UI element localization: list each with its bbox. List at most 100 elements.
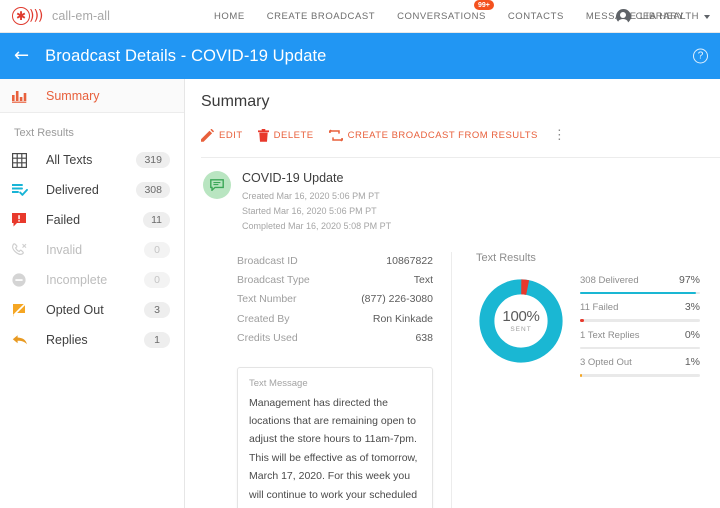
- nav-item-create-broadcast-label: CREATE BROADCAST: [266, 11, 376, 22]
- detail-value: Text: [413, 273, 433, 286]
- stat-percent: 0%: [684, 328, 700, 341]
- nav-item-conversations[interactable]: CONVERSATIONS 99+: [397, 0, 494, 22]
- broadcast-header: COVID-19 Update Created Mar 16, 2020 5:0…: [201, 158, 720, 234]
- sidebar-item-replies-label: Replies: [46, 333, 88, 347]
- sidebar-item-failed-label: Failed: [46, 213, 81, 227]
- detail-row-text-number: Text Number (877) 226-3080: [237, 290, 433, 309]
- progress-fill: [580, 374, 582, 377]
- broadcast-completed: Completed Mar 16, 2020 5:08 PM PT: [242, 220, 392, 231]
- detail-key: Broadcast Type: [237, 273, 310, 286]
- sidebar-item-invalid-count: 0: [144, 241, 170, 259]
- message-icon: [210, 179, 224, 191]
- top-navigation-bar: ✱ ))) call-em-all HOME CREATE BROADCAST …: [0, 0, 720, 33]
- brand-logo[interactable]: ✱ ))) call-em-all: [12, 6, 110, 26]
- sidebar-item-summary[interactable]: Summary: [0, 79, 184, 113]
- detail-value: (877) 226-3080: [361, 293, 433, 306]
- edit-button[interactable]: EDIT: [201, 128, 243, 142]
- detail-key: Broadcast ID: [237, 254, 298, 267]
- edit-button-label: EDIT: [219, 129, 243, 141]
- pencil-icon: [201, 128, 214, 142]
- message-alert-icon: [12, 213, 46, 227]
- text-results-body: 100% SENT 308 Delivered 97% 11 Failed 3%…: [476, 272, 720, 384]
- help-icon[interactable]: ?: [693, 48, 708, 64]
- back-arrow-icon[interactable]: ←: [14, 47, 29, 65]
- chevron-down-icon: [704, 14, 710, 19]
- main-content: Summary EDIT DELETE CREATE BROADCAST FRO…: [185, 79, 720, 508]
- account-menu[interactable]: CEA HEALTH: [615, 0, 710, 33]
- text-message-card: Text Message Management has directed the…: [237, 366, 433, 508]
- progress-track: [580, 374, 700, 377]
- stat-row-text-replies: 1 Text Replies 0%: [580, 329, 700, 350]
- action-toolbar: EDIT DELETE CREATE BROADCAST FROM RESULT…: [201, 124, 720, 146]
- reply-arrow-icon: [12, 334, 46, 346]
- more-options-button[interactable]: ⋮: [553, 128, 566, 141]
- sidebar-item-summary-label: Summary: [46, 88, 100, 103]
- donut-percent: 100%: [502, 308, 540, 326]
- sidebar-item-invalid-label: Invalid: [46, 243, 83, 257]
- progress-track: [580, 346, 700, 350]
- primary-nav: HOME CREATE BROADCAST CONVERSATIONS 99+ …: [214, 0, 684, 33]
- detail-row-credits-used: Credits Used 638: [237, 329, 433, 348]
- call-em-all-logo-icon: ✱ ))): [12, 6, 46, 26]
- phone-icon: [12, 243, 46, 257]
- progress-fill: [580, 291, 697, 295]
- results-donut-chart: 100% SENT: [476, 276, 566, 366]
- create-broadcast-from-results-button[interactable]: CREATE BROADCAST FROM RESULTS: [328, 128, 538, 142]
- repeat-icon: [328, 128, 343, 142]
- sidebar-item-incomplete-count: 0: [144, 271, 170, 289]
- sidebar-item-opted-out-count: 3: [144, 301, 170, 319]
- text-results-column: Text Results 100% SENT 308 Delivered 97%…: [451, 251, 720, 508]
- list-check-icon: [12, 183, 46, 197]
- nav-item-create-broadcast[interactable]: CREATE BROADCAST: [267, 11, 375, 22]
- sidebar-item-incomplete-label: Incomplete: [46, 273, 108, 287]
- sidebar-item-failed[interactable]: Failed 11: [0, 205, 184, 235]
- section-title: Summary: [201, 93, 270, 110]
- broadcast-created: Created Mar 16, 2020 5:06 PM PT: [242, 191, 380, 201]
- create-broadcast-from-results-label: CREATE BROADCAST FROM RESULTS: [347, 129, 538, 141]
- sidebar-item-all-texts-count: 319: [136, 151, 170, 169]
- nav-item-conversations-label: CONVERSATIONS: [397, 11, 486, 22]
- minus-circle-icon: [12, 273, 46, 287]
- sidebar-item-replies[interactable]: Replies 1: [0, 325, 184, 355]
- donut-center-label: 100% SENT: [476, 276, 566, 366]
- stat-percent: 3%: [684, 301, 700, 314]
- sidebar-item-delivered-count: 308: [136, 181, 170, 199]
- detail-row-created-by: Created By Ron Kinkade: [237, 310, 433, 329]
- bar-chart-icon: [12, 89, 46, 103]
- sidebar-item-invalid[interactable]: Invalid 0: [0, 235, 184, 265]
- sidebar-item-delivered-label: Delivered: [46, 183, 99, 197]
- stat-label: 11 Failed: [580, 302, 619, 314]
- page-body: Summary Text Results All Texts 319 Deliv…: [0, 79, 720, 508]
- progress-fill: [580, 319, 584, 322]
- sidebar-item-opted-out-label: Opted Out: [46, 303, 104, 317]
- account-name: CEA HEALTH: [635, 11, 699, 22]
- brand-name: call-em-all: [52, 9, 111, 23]
- detail-value: 10867822: [386, 254, 433, 267]
- nav-item-home-label: HOME: [214, 11, 245, 22]
- sidebar-section-caption: Text Results: [14, 127, 74, 139]
- sidebar-item-delivered[interactable]: Delivered 308: [0, 175, 184, 205]
- detail-key: Credits Used: [237, 332, 298, 345]
- stat-label: 3 Opted Out: [580, 357, 632, 369]
- progress-track: [580, 291, 700, 295]
- detail-key: Text Number: [237, 293, 297, 306]
- nav-item-home[interactable]: HOME: [214, 11, 245, 22]
- delete-button[interactable]: DELETE: [257, 128, 314, 142]
- progress-track: [580, 319, 700, 322]
- broadcast-name: COVID-19 Update: [242, 171, 344, 185]
- grid-icon: [12, 152, 46, 168]
- sidebar: Summary Text Results All Texts 319 Deliv…: [0, 79, 185, 508]
- sidebar-item-all-texts[interactable]: All Texts 319: [0, 145, 184, 175]
- broadcast-started: Started Mar 16, 2020 5:06 PM PT: [242, 205, 377, 216]
- donut-sublabel: SENT: [510, 326, 532, 334]
- sidebar-item-replies-count: 1: [144, 331, 170, 349]
- nav-item-contacts[interactable]: CONTACTS: [508, 11, 564, 22]
- stat-percent: 97%: [678, 273, 700, 286]
- stat-row-failed: 11 Failed 3%: [580, 301, 700, 322]
- text-results-title: Text Results: [476, 251, 536, 264]
- broadcast-details-column: Broadcast ID 10867822 Broadcast Type Tex…: [201, 252, 451, 508]
- sidebar-item-opted-out[interactable]: Opted Out 3: [0, 295, 184, 325]
- account-avatar-icon: [615, 9, 631, 26]
- sidebar-item-incomplete[interactable]: Incomplete 0: [0, 265, 184, 295]
- stat-row-delivered: 308 Delivered 97%: [580, 274, 700, 295]
